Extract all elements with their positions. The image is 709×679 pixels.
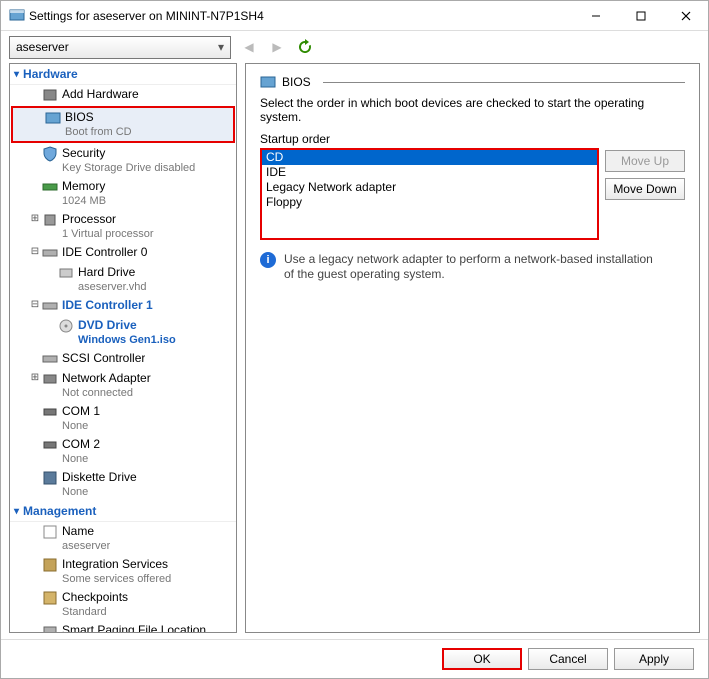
- management-section-header[interactable]: ▾ Management: [10, 501, 236, 522]
- info-note: i Use a legacy network adapter to perfor…: [260, 252, 685, 282]
- forward-button[interactable]: ▶: [267, 37, 287, 57]
- expand-icon[interactable]: ⊞: [28, 371, 42, 383]
- toolbar: aseserver ▾ ◀ ▶: [1, 31, 708, 63]
- info-text: Use a legacy network adapter to perform …: [284, 252, 664, 282]
- scsi-icon: [42, 351, 58, 367]
- tree-item-com2[interactable]: COM 2None: [10, 435, 236, 468]
- cancel-button[interactable]: Cancel: [528, 648, 608, 670]
- close-button[interactable]: [663, 1, 708, 30]
- tree-item-ide0[interactable]: ⊟ IDE Controller 0: [10, 243, 236, 263]
- list-item[interactable]: Legacy Network adapter: [262, 180, 597, 195]
- startup-order-group: Startup order CD IDE Legacy Network adap…: [260, 132, 685, 240]
- list-item[interactable]: CD: [262, 150, 597, 165]
- tree-item-name[interactable]: Nameaseserver: [10, 522, 236, 555]
- integration-icon: [42, 557, 58, 573]
- maximize-button[interactable]: [618, 1, 663, 30]
- chevron-down-icon: ▾: [218, 40, 224, 54]
- app-icon: [9, 8, 25, 24]
- refresh-button[interactable]: [295, 37, 315, 57]
- vm-dropdown-value: aseserver: [16, 40, 69, 54]
- tree-item-bios[interactable]: BIOSBoot from CD: [11, 106, 235, 143]
- management-section-label: Management: [23, 504, 96, 518]
- controller-icon: [42, 245, 58, 261]
- info-icon: i: [260, 252, 276, 268]
- dialog-footer: OK Cancel Apply: [1, 639, 708, 678]
- startup-order-list[interactable]: CD IDE Legacy Network adapter Floppy: [260, 148, 599, 240]
- move-down-button[interactable]: Move Down: [605, 178, 685, 200]
- main-content: ▾ Hardware Add Hardware BIOSBoot from CD…: [1, 63, 708, 639]
- divider: [323, 82, 685, 83]
- ok-button[interactable]: OK: [442, 648, 522, 670]
- diskette-icon: [42, 470, 58, 486]
- tree-item-security[interactable]: SecurityKey Storage Drive disabled: [10, 144, 236, 177]
- tree-item-processor[interactable]: ⊞ Processor1 Virtual processor: [10, 210, 236, 243]
- list-item[interactable]: Floppy: [262, 195, 597, 210]
- expand-icon[interactable]: ⊞: [28, 212, 42, 224]
- tree-item-ide1[interactable]: ⊟ IDE Controller 1: [10, 296, 236, 316]
- chevron-down-icon: ▾: [14, 506, 19, 517]
- startup-order-label: Startup order: [260, 132, 685, 146]
- tree-item-harddrive[interactable]: Hard Driveaseserver.vhd: [10, 263, 236, 296]
- minimize-button[interactable]: [573, 1, 618, 30]
- paging-icon: [42, 623, 58, 633]
- tree-item-add-hardware[interactable]: Add Hardware: [10, 85, 236, 105]
- checkpoints-icon: [42, 590, 58, 606]
- chip-icon: [45, 110, 61, 126]
- apply-button[interactable]: Apply: [614, 648, 694, 670]
- memory-icon: [42, 179, 58, 195]
- com-icon: [42, 404, 58, 420]
- processor-icon: [42, 212, 58, 228]
- collapse-icon[interactable]: ⊟: [28, 298, 42, 310]
- vm-dropdown[interactable]: aseserver ▾: [9, 36, 231, 59]
- tree-item-network[interactable]: ⊞ Network AdapterNot connected: [10, 369, 236, 402]
- window-title: Settings for aseserver on MININT-N7P1SH4: [25, 9, 573, 23]
- tree-item-diskette[interactable]: Diskette DriveNone: [10, 468, 236, 501]
- network-icon: [42, 371, 58, 387]
- harddrive-icon: [58, 265, 74, 281]
- tree-item-integration[interactable]: Integration ServicesSome services offere…: [10, 555, 236, 588]
- controller-icon: [42, 298, 58, 314]
- name-icon: [42, 524, 58, 540]
- add-hardware-icon: [42, 87, 58, 103]
- detail-pane: BIOS Select the order in which boot devi…: [245, 63, 700, 633]
- tree-item-memory[interactable]: Memory1024 MB: [10, 177, 236, 210]
- tree-item-com1[interactable]: COM 1None: [10, 402, 236, 435]
- back-button[interactable]: ◀: [239, 37, 259, 57]
- settings-tree[interactable]: ▾ Hardware Add Hardware BIOSBoot from CD…: [9, 63, 237, 633]
- dvd-icon: [58, 318, 74, 334]
- hardware-section-label: Hardware: [23, 67, 78, 81]
- detail-title: BIOS: [282, 75, 311, 89]
- tree-item-checkpoints[interactable]: CheckpointsStandard: [10, 588, 236, 621]
- list-item[interactable]: IDE: [262, 165, 597, 180]
- move-up-button[interactable]: Move Up: [605, 150, 685, 172]
- titlebar: Settings for aseserver on MININT-N7P1SH4: [1, 1, 708, 31]
- tree-item-paging[interactable]: Smart Paging File LocationC:\ProgramData…: [10, 621, 236, 633]
- detail-description: Select the order in which boot devices a…: [260, 96, 685, 124]
- chevron-down-icon: ▾: [14, 69, 19, 80]
- detail-title-row: BIOS: [260, 74, 685, 90]
- com-icon: [42, 437, 58, 453]
- tree-item-scsi[interactable]: SCSI Controller: [10, 349, 236, 369]
- tree-item-dvd[interactable]: DVD DriveWindows Gen1.iso: [10, 316, 236, 349]
- collapse-icon[interactable]: ⊟: [28, 245, 42, 257]
- shield-icon: [42, 146, 58, 162]
- hardware-section-header[interactable]: ▾ Hardware: [10, 64, 236, 85]
- chip-icon: [260, 74, 276, 90]
